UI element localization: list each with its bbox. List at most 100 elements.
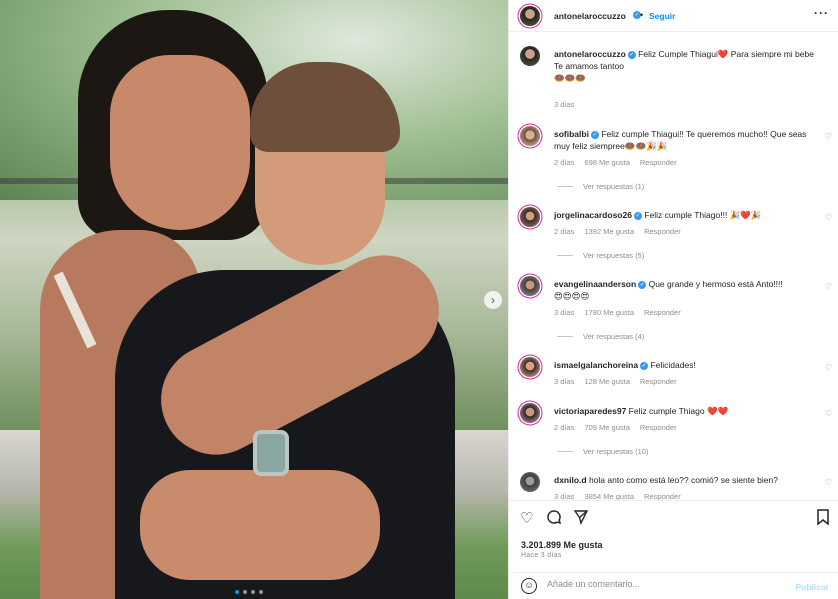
carousel-dot	[235, 590, 239, 594]
verified-badge-icon: ✓	[638, 281, 647, 289]
author-avatar[interactable]	[520, 46, 540, 66]
comment-content: Feliz cumple Thiago ❤️❤️	[628, 406, 729, 416]
caption-time: 3 días	[554, 100, 575, 109]
comment-time: 2 días	[554, 158, 575, 167]
comment-text: victoriaparedes97 Feliz cumple Thiago ❤️…	[554, 405, 812, 417]
verified-badge-icon: ✓	[633, 212, 642, 220]
comment-icon[interactable]	[546, 509, 562, 529]
comment-time: 2 días	[554, 227, 575, 236]
post-image[interactable]: ›	[0, 0, 508, 599]
comment-likes[interactable]: 698 Me gusta	[584, 158, 629, 167]
verified-badge-icon: ✓	[627, 51, 636, 59]
comment-text: ismaelgalanchoreina ✓ Felicidades!	[554, 359, 812, 371]
post-side-panel: antonelaroccuzzo ✓ • Seguir ··· antonela…	[508, 0, 838, 599]
comment-meta: 3 días 128 Me gusta Responder	[554, 377, 677, 386]
replies-label: Ver respuestas (10)	[583, 447, 649, 456]
comment-content: hola anto como está leo?? comió? se sien…	[588, 475, 778, 485]
add-comment-bar: ☺ Publicar	[509, 572, 838, 599]
comment-likes[interactable]: 709 Me gusta	[584, 423, 629, 432]
verified-badge-icon: ✓	[640, 362, 649, 370]
carousel-dot	[251, 590, 255, 594]
comment-likes[interactable]: 1392 Me gusta	[584, 227, 634, 236]
comment-like-icon[interactable]: ♡	[825, 132, 832, 141]
comment-time: 3 días	[554, 377, 575, 386]
author-avatar[interactable]	[520, 6, 540, 26]
commenter-avatar[interactable]	[520, 126, 540, 146]
replies-line	[557, 255, 573, 256]
comment-emojis: 😍😍😍😍	[554, 291, 590, 301]
hands	[140, 470, 380, 580]
comment-like-icon[interactable]: ♡	[825, 478, 832, 487]
commenter-avatar[interactable]	[520, 403, 540, 423]
comment-time: 3 días	[554, 308, 575, 317]
replies-line	[557, 336, 573, 337]
comment-username[interactable]: dxnilo.d	[554, 475, 587, 485]
comment-username[interactable]: ismaelgalanchoreina	[554, 360, 638, 370]
carousel-next-button[interactable]: ›	[484, 291, 502, 309]
comment-meta: 2 días 698 Me gusta Responder	[554, 158, 677, 167]
comment-meta: 2 días 1392 Me gusta Responder	[554, 227, 681, 236]
separator-dot: •	[640, 10, 644, 20]
comment-content: Feliz cumple Thiago!!! 🎉❤️🎉	[644, 210, 762, 220]
comment-text: dxnilo.d hola anto como está leo?? comió…	[554, 474, 812, 486]
action-bar: ♡ 3.201.899 Me gusta Hace 3 días	[509, 500, 838, 570]
replies-line	[557, 451, 573, 452]
reply-button[interactable]: Responder	[644, 227, 681, 236]
view-replies-button[interactable]: Ver respuestas (5)	[557, 251, 644, 260]
comment-meta: 2 días 709 Me gusta Responder	[554, 423, 677, 432]
view-replies-button[interactable]: Ver respuestas (1)	[557, 182, 644, 191]
emoji-icon[interactable]: ☺	[521, 578, 537, 594]
comment-time: 2 días	[554, 423, 575, 432]
caption-text: antonelaroccuzzo ✓ Feliz Cumple Thiagui❤️…	[554, 48, 824, 84]
caption-emojis: 🍩🍩🍩	[554, 73, 586, 83]
comment-like-icon[interactable]: ♡	[825, 213, 832, 222]
woman-face	[110, 55, 250, 230]
post-header: antonelaroccuzzo ✓ • Seguir ···	[509, 0, 838, 32]
carousel-dot	[259, 590, 263, 594]
carousel-dot	[243, 590, 247, 594]
author-username[interactable]: antonelaroccuzzo	[554, 11, 626, 21]
comment-meta: 3 días 1780 Me gusta Responder	[554, 308, 681, 317]
comment-content: Felicidades!	[650, 360, 696, 370]
comment-content: Que grande y hermoso está Anto!!!!	[648, 279, 783, 289]
commenter-avatar[interactable]	[520, 357, 540, 377]
verified-badge-icon: ✓	[590, 131, 599, 139]
heart-icon[interactable]: ♡	[520, 509, 533, 527]
more-options-icon[interactable]: ···	[814, 6, 829, 20]
reply-button[interactable]: Responder	[640, 158, 677, 167]
follow-button[interactable]: Seguir	[649, 11, 675, 21]
smartwatch	[253, 430, 289, 476]
view-replies-button[interactable]: Ver respuestas (10)	[557, 447, 648, 456]
bookmark-icon[interactable]	[816, 509, 830, 529]
comment-username[interactable]: victoriaparedes97	[554, 406, 626, 416]
reply-button[interactable]: Responder	[644, 308, 681, 317]
likes-count[interactable]: 3.201.899 Me gusta	[521, 540, 603, 550]
comment-username[interactable]: sofibalbi	[554, 129, 589, 139]
commenter-avatar[interactable]	[520, 472, 540, 492]
replies-label: Ver respuestas (4)	[583, 332, 645, 341]
comment-like-icon[interactable]: ♡	[825, 282, 832, 291]
reply-button[interactable]: Responder	[640, 423, 677, 432]
post-time: Hace 3 días	[521, 552, 562, 559]
comment-input[interactable]	[547, 579, 787, 589]
caption-line: Te amamos tantoo	[554, 61, 624, 71]
comment-like-icon[interactable]: ♡	[825, 409, 832, 418]
reply-button[interactable]: Responder	[640, 377, 677, 386]
replies-line	[557, 186, 573, 187]
view-replies-button[interactable]: Ver respuestas (4)	[557, 332, 644, 341]
comment-likes[interactable]: 128 Me gusta	[584, 377, 629, 386]
replies-label: Ver respuestas (5)	[583, 251, 645, 260]
comment-text: evangelinaanderson ✓ Que grande y hermoso…	[554, 278, 812, 302]
paper-plane-icon[interactable]	[573, 509, 589, 529]
carousel-dots	[235, 590, 263, 594]
comment-like-icon[interactable]: ♡	[825, 363, 832, 372]
commenter-avatar[interactable]	[520, 207, 540, 227]
comment-likes[interactable]: 1780 Me gusta	[584, 308, 634, 317]
replies-label: Ver respuestas (1)	[583, 182, 645, 191]
comment-username[interactable]: evangelinaanderson	[554, 279, 636, 289]
commenter-avatar[interactable]	[520, 276, 540, 296]
caption-username[interactable]: antonelaroccuzzo	[554, 49, 626, 59]
comment-text: jorgelinacardoso26 ✓ Feliz cumple Thiago!…	[554, 209, 812, 221]
comment-username[interactable]: jorgelinacardoso26	[554, 210, 632, 220]
publish-button[interactable]: Publicar	[795, 582, 829, 592]
